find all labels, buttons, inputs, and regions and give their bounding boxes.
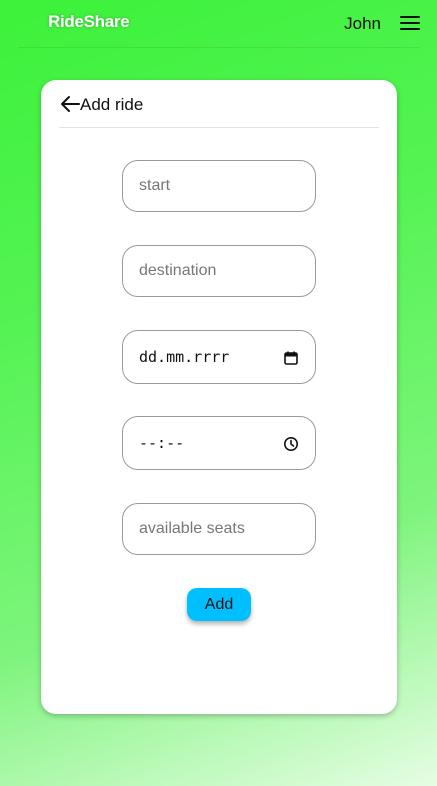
available-seats-input[interactable]	[122, 503, 316, 555]
arrow-left-icon[interactable]	[59, 94, 81, 114]
start-input[interactable]	[122, 160, 316, 212]
user-name[interactable]: John	[344, 14, 381, 34]
page-title: Add ride	[80, 95, 144, 114]
time-input-value: --:--	[139, 434, 185, 452]
date-input[interactable]: dd.mm.rrrr	[122, 330, 316, 384]
hamburger-menu-icon[interactable]	[400, 16, 420, 31]
destination-input[interactable]	[122, 245, 316, 297]
calendar-icon[interactable]	[283, 350, 299, 366]
top-navbar: RideShare John	[18, 0, 420, 48]
brand-logo[interactable]: RideShare	[48, 12, 130, 32]
add-ride-button[interactable]: Add	[187, 588, 251, 621]
time-input[interactable]: --:--	[122, 416, 316, 470]
add-ride-card: Add ride dd.mm.rrrr --:-- Add	[41, 80, 397, 714]
card-header: Add ride	[59, 92, 379, 128]
clock-icon[interactable]	[283, 436, 299, 452]
date-input-value: dd.mm.rrrr	[139, 348, 230, 366]
